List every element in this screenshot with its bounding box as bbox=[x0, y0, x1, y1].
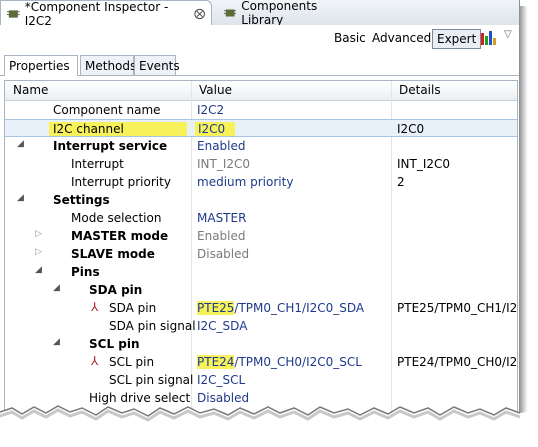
collapse-arrow-icon[interactable]: ◢ bbox=[35, 265, 42, 275]
table-row[interactable]: Mode selection MASTER bbox=[5, 209, 517, 227]
row-name: SDA pin signal bbox=[109, 319, 196, 333]
pin-icon: ⅄ bbox=[91, 300, 99, 314]
collapse-arrow-icon[interactable]: ◢ bbox=[17, 139, 24, 149]
grid-header: Name Value Details bbox=[5, 81, 517, 101]
collapse-arrow-icon[interactable]: ◢ bbox=[53, 337, 60, 347]
close-tab-icon[interactable]: ⨂ bbox=[194, 7, 205, 20]
row-name: SCL pin bbox=[109, 355, 155, 369]
row-name: I2C channel bbox=[49, 122, 187, 136]
table-row-selected[interactable]: I2C channel I2C0 I2C0 bbox=[5, 119, 517, 137]
row-name: SDA pin bbox=[89, 283, 143, 297]
expand-arrow-icon[interactable]: ▷ bbox=[35, 247, 42, 257]
table-row[interactable]: SCL pin signal I2C_SCL bbox=[5, 371, 517, 389]
table-row[interactable]: ◢ Settings bbox=[5, 191, 517, 209]
row-value[interactable]: MASTER bbox=[197, 211, 246, 225]
row-value[interactable]: I2C_SCL bbox=[197, 373, 245, 387]
pin-rest: /TPM0_CH0/I2C0_SCL bbox=[234, 355, 362, 369]
property-tabs: Properties Methods Events bbox=[0, 53, 519, 76]
row-value[interactable]: I2C_SDA bbox=[197, 319, 247, 333]
view-mode-toolbar: Basic Advanced Expert ▽ bbox=[0, 25, 519, 51]
row-name: Interrupt priority bbox=[71, 175, 171, 189]
table-row[interactable]: Interrupt priority medium priority 2 bbox=[5, 173, 517, 191]
row-value[interactable]: I2C2 bbox=[197, 103, 224, 117]
collapse-arrow-icon[interactable]: ◢ bbox=[53, 283, 60, 293]
bar-chart-icon[interactable] bbox=[479, 30, 497, 46]
row-name: Settings bbox=[53, 193, 110, 207]
table-row[interactable]: ◢ Pins bbox=[5, 263, 517, 281]
table-row[interactable]: ⅄ SDA pin PTE25/TPM0_CH1/I2C0_SDA PTE25/… bbox=[5, 299, 517, 317]
row-name: SCL pin signal bbox=[109, 373, 194, 387]
pin-highlight: PTE24 bbox=[197, 355, 235, 369]
expand-arrow-icon[interactable]: ▷ bbox=[35, 229, 42, 239]
row-name: SDA pin bbox=[109, 301, 157, 315]
table-row[interactable]: ◢ SDA pin bbox=[5, 281, 517, 299]
properties-grid: Name Value Details Component name I2C2 I… bbox=[4, 80, 518, 447]
tab-methods[interactable]: Methods bbox=[80, 55, 136, 75]
advanced-button[interactable]: Advanced bbox=[368, 29, 435, 47]
row-name: MASTER mode bbox=[71, 229, 169, 243]
column-header-name[interactable]: Name bbox=[13, 83, 48, 97]
library-chip-icon bbox=[224, 8, 237, 17]
component-inspector-window: *Component Inspector - I2C2 ⨂ Components… bbox=[0, 0, 520, 447]
row-value[interactable]: I2C0 bbox=[195, 122, 235, 136]
pin-icon: ⅄ bbox=[91, 354, 99, 368]
row-value[interactable]: Enabled bbox=[197, 229, 246, 243]
row-details: INT_I2C0 bbox=[397, 157, 451, 171]
row-name: Interrupt bbox=[71, 157, 124, 171]
column-header-details[interactable]: Details bbox=[399, 83, 441, 97]
table-row[interactable]: SDA pin signal I2C_SDA bbox=[5, 317, 517, 335]
table-row[interactable]: ▷ MASTER mode Enabled bbox=[5, 227, 517, 245]
table-row[interactable]: ◢ SCL pin bbox=[5, 335, 517, 353]
row-value[interactable]: Enabled bbox=[197, 139, 246, 153]
row-name: Component name bbox=[53, 103, 161, 117]
window-shadow bbox=[520, 6, 528, 426]
tab-events[interactable]: Events bbox=[134, 55, 180, 75]
tab-properties[interactable]: Properties bbox=[4, 55, 78, 76]
column-header-value[interactable]: Value bbox=[199, 83, 232, 97]
row-details: PTE25/TPM0_CH1/I2C bbox=[397, 301, 518, 315]
table-row[interactable]: Component name I2C2 bbox=[5, 101, 517, 119]
row-details: 2 bbox=[397, 175, 405, 189]
table-row[interactable]: ◢ Interrupt service Enabled bbox=[5, 137, 517, 155]
row-name: High drive select bbox=[89, 391, 191, 405]
table-row[interactable]: Interrupt INT_I2C0 INT_I2C0 bbox=[5, 155, 517, 173]
tab-component-inspector[interactable]: *Component Inspector - I2C2 ⨂ bbox=[0, 0, 212, 28]
tab-label: Components Library bbox=[241, 0, 318, 27]
collapse-arrow-icon[interactable]: ◢ bbox=[17, 193, 24, 203]
row-value[interactable]: Disabled bbox=[197, 391, 249, 405]
table-row[interactable]: ▷ SLAVE mode Disabled bbox=[5, 245, 517, 263]
row-details: I2C0 bbox=[397, 122, 425, 136]
row-name: Pins bbox=[71, 265, 100, 279]
pin-rest: /TPM0_CH1/I2C0_SDA bbox=[234, 301, 365, 315]
row-name: Mode selection bbox=[71, 211, 162, 225]
table-row[interactable]: ⅄ SCL pin PTE24/TPM0_CH0/I2C0_SCL PTE24/… bbox=[5, 353, 517, 371]
row-value[interactable]: PTE24/TPM0_CH0/I2C0_SCL bbox=[197, 355, 362, 369]
row-name: SLAVE mode bbox=[71, 247, 155, 261]
tab-components-library[interactable]: Components Library bbox=[218, 0, 354, 27]
row-details: PTE24/TPM0_CH0/I2C bbox=[397, 355, 518, 369]
row-value[interactable]: PTE25/TPM0_CH1/I2C0_SDA bbox=[197, 301, 364, 315]
basic-button[interactable]: Basic bbox=[330, 29, 370, 47]
pin-highlight: PTE25 bbox=[197, 301, 235, 315]
component-chip-icon bbox=[7, 9, 20, 18]
tab-label: *Component Inspector - I2C2 bbox=[24, 0, 169, 28]
row-value[interactable]: medium priority bbox=[197, 175, 293, 189]
row-name: Interrupt service bbox=[53, 139, 168, 153]
row-name: SCL pin bbox=[89, 337, 140, 351]
table-row[interactable]: High drive select Disabled bbox=[5, 389, 517, 407]
editor-tab-bar: *Component Inspector - I2C2 ⨂ Components… bbox=[0, 0, 519, 28]
expert-button[interactable]: Expert bbox=[432, 29, 482, 49]
view-menu-chevron-icon[interactable]: ▽ bbox=[504, 29, 512, 40]
row-value[interactable]: INT_I2C0 bbox=[197, 157, 250, 171]
row-value[interactable]: Disabled bbox=[197, 247, 249, 261]
